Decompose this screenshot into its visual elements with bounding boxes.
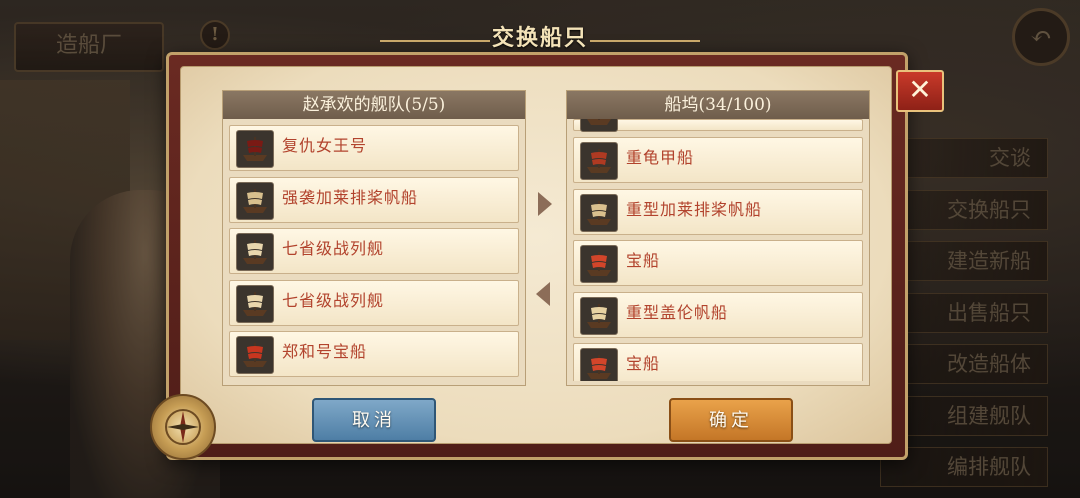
dialog-title: 交换船只: [491, 25, 588, 51]
ship-name: 强袭加莱排桨帆船: [282, 187, 419, 207]
ship-name: 宝船: [626, 251, 661, 270]
ship-name: 重型加莱排桨帆船: [626, 199, 763, 219]
turtle-ship-icon: [580, 142, 618, 180]
ship-list-item[interactable]: 重型盖伦帆船: [573, 291, 863, 338]
dark-galleon-icon: [236, 130, 274, 168]
fleet-panel-header: 赵承欢的舰队(5/5): [223, 91, 525, 119]
ship-list-item[interactable]: 强袭加莱排桨帆船: [229, 176, 519, 223]
galley-icon: [236, 181, 274, 220]
dock-panel: 船坞(34/100) 重龟甲船 重型加莱排桨帆船 宝船 重型盖伦帆船 宝船: [566, 90, 870, 386]
ship-name: 宝船: [626, 354, 661, 373]
treasure-ship-icon: [580, 348, 618, 381]
move-to-dock-arrow-icon[interactable]: [538, 192, 552, 216]
ship-list-item[interactable]: 七省级战列舰: [229, 228, 519, 274]
ship-name: 郑和号宝船: [282, 342, 368, 361]
ship-list-item[interactable]: 复仇女王号: [229, 125, 519, 171]
dialog-title-bar: 交换船只: [380, 16, 700, 56]
compass-icon: [150, 394, 216, 460]
galleon-icon: [580, 296, 618, 335]
move-to-fleet-arrow-icon[interactable]: [536, 282, 550, 306]
partial-ship-icon: [580, 119, 618, 132]
fleet-panel: 赵承欢的舰队(5/5) 复仇女王号强袭加莱排桨帆船 七省级战列舰 七省级战列舰 郑和号…: [222, 90, 526, 386]
ship-list-item[interactable]: 七省级战列舰: [229, 279, 519, 326]
ship-name: 重型盖伦帆船: [626, 302, 729, 322]
dock-ship-list[interactable]: 重龟甲船 重型加莱排桨帆船 宝船 重型盖伦帆船 宝船: [573, 119, 863, 381]
ship-name: 复仇女王号: [282, 136, 368, 155]
ship-list-item[interactable]: 重型加莱排桨帆船: [573, 188, 863, 235]
ship-list-item[interactable]: 郑和号宝船: [229, 331, 519, 377]
ship-of-line-icon: [236, 284, 274, 323]
ship-of-line-icon: [236, 233, 274, 271]
ship-list-item[interactable]: [573, 119, 863, 132]
ship-list-item[interactable]: 重龟甲船: [573, 137, 863, 183]
ship-name: 重龟甲船: [626, 148, 695, 167]
fleet-ship-list[interactable]: 复仇女王号强袭加莱排桨帆船 七省级战列舰 七省级战列舰 郑和号宝船: [229, 125, 519, 381]
galley-icon: [580, 193, 618, 232]
dock-panel-header: 船坞(34/100): [567, 91, 869, 119]
treasure-ship-icon: [580, 245, 618, 283]
ship-list-item[interactable]: 宝船: [573, 343, 863, 381]
cancel-button[interactable]: 取消: [312, 398, 436, 442]
ship-name: 七省级战列舰: [282, 239, 385, 258]
ship-list-item[interactable]: 宝船: [573, 240, 863, 286]
treasure-ship-icon: [236, 336, 274, 374]
ship-name: 七省级战列舰: [282, 290, 385, 310]
close-button[interactable]: ✕: [896, 70, 944, 112]
confirm-button[interactable]: 确定: [669, 398, 793, 442]
